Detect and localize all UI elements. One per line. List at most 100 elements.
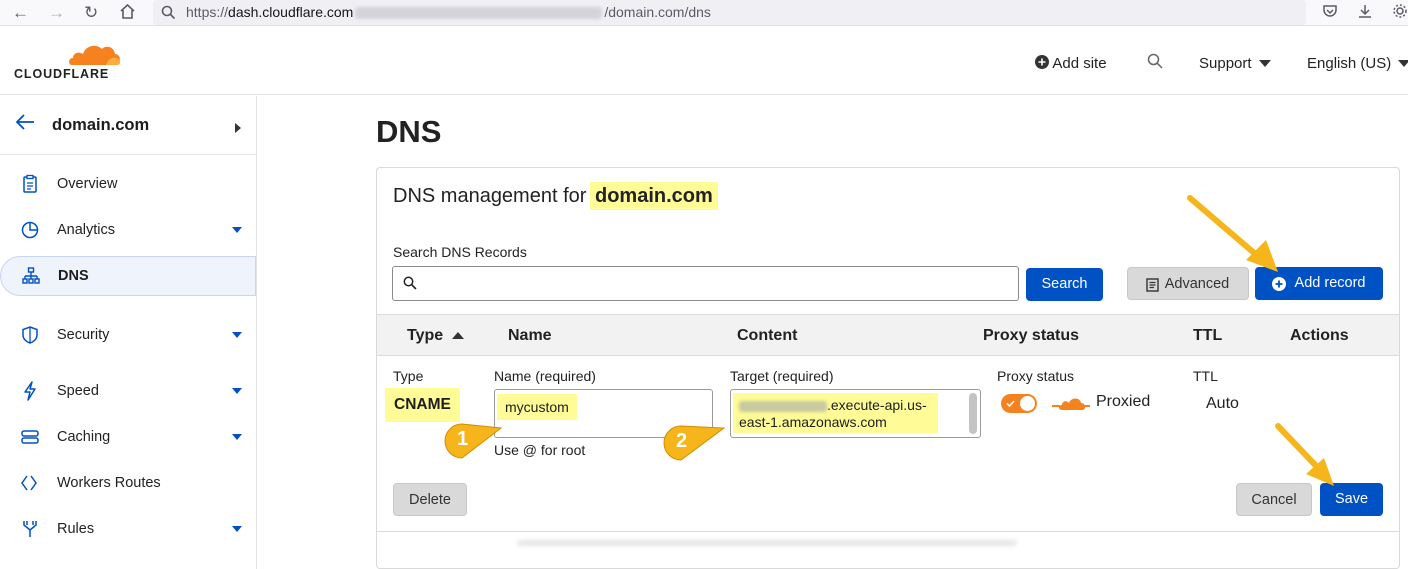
url-text: https://dash.cloudflare.com/domain.com/d… [186,4,711,20]
sidebar-item-rules[interactable]: Rules [0,510,256,550]
card-heading: DNS management for domain.com [393,182,718,210]
site-name: domain.com [52,116,150,134]
search-button[interactable]: Search [1026,268,1103,301]
server-icon [20,427,40,447]
column-header-type[interactable]: Type [407,327,464,345]
name-value: mycustom [497,394,577,420]
plus-circle-icon [1035,55,1049,69]
top-header: CLOUDFLARE Add site Support English (US) [0,27,1408,95]
language-label: English (US) [1307,55,1392,72]
add-site-link[interactable]: Add site [1035,55,1107,72]
sidebar-item-label: DNS [58,268,89,284]
sidebar-item-label: Overview [57,176,118,192]
ttl-select[interactable]: Auto [1206,395,1239,413]
caret-down-icon [232,526,242,532]
sort-ascending-icon [451,332,464,339]
home-icon[interactable] [119,3,136,25]
back-arrow-icon[interactable]: ← [12,3,29,23]
target-value: .execute-api.us- east-1.amazonaws.com [733,393,938,433]
check-icon [1006,400,1015,407]
caret-down-icon [232,388,242,394]
download-icon[interactable] [1357,3,1373,24]
fork-icon [20,519,40,539]
delete-button[interactable]: Delete [393,483,467,516]
cloud-logo-icon [69,45,121,65]
support-menu[interactable]: Support [1199,55,1271,72]
callout-number: 2 [676,430,688,452]
blurred-next-row [517,540,1017,546]
proxied-cloud-icon [1052,398,1090,410]
callout-marker-2: 2 [662,424,726,462]
target-label: Target (required) [730,368,834,384]
search-icon [161,5,176,25]
target-value-line2: east-1.amazonaws.com [739,414,887,430]
card-heading-domain: domain.com [589,182,718,210]
add-site-label: Add site [1052,55,1107,72]
reload-icon[interactable]: ↻ [84,3,98,23]
target-scrollbar[interactable] [969,393,977,434]
redacted-api-id [739,400,827,412]
callout-number: 1 [457,428,469,450]
arrow-to-add-record-icon [1187,195,1278,272]
clipboard-icon [20,174,40,194]
column-header-proxy-status: Proxy status [983,327,1080,344]
document-icon [1146,278,1159,292]
row-divider [377,531,1399,532]
column-header-content: Content [737,327,798,344]
column-header-actions: Actions [1290,327,1349,344]
site-selector[interactable]: domain.com [0,96,256,155]
sidebar-item-security[interactable]: Security [0,316,256,356]
sidebar-item-label: Analytics [57,222,116,238]
caret-down-icon [1258,60,1271,67]
table-header: Type Name Content Proxy status TTL Actio… [377,314,1399,356]
callout-marker-1: 1 [443,422,503,460]
logo-text: CLOUDFLARE [14,67,110,81]
sidebar-item-label: Speed [57,383,99,399]
name-label: Name (required) [494,368,596,384]
proxy-toggle[interactable] [1001,394,1037,413]
card-heading-prefix: DNS management for [393,185,587,207]
target-value-line1: .execute-api.us- [827,397,927,413]
sidebar-item-overview[interactable]: Overview [0,165,256,205]
pie-chart-icon [20,220,40,240]
dns-search-input[interactable] [392,266,1019,301]
sidebar-item-label: Workers Routes [57,475,161,491]
arrow-to-save-icon [1275,423,1334,486]
type-label: Type [393,368,424,384]
column-header-ttl: TTL [1193,327,1223,344]
sidebar: domain.com Overview Analytics DNS Securi… [0,96,257,569]
sidebar-item-label: Security [57,327,110,343]
page-title: DNS [376,114,442,149]
back-arrow-icon[interactable] [15,113,35,136]
search-icon [403,276,417,295]
sidebar-item-dns[interactable]: DNS [0,256,256,296]
sidebar-item-label: Caching [57,429,111,445]
sidebar-item-workers-routes[interactable]: Workers Routes [0,464,256,504]
type-select[interactable]: CNAME [385,388,460,422]
caret-down-icon [232,332,242,338]
caret-down-icon [1398,60,1408,67]
name-hint: Use @ for root [494,442,586,458]
sidebar-item-label: Rules [57,521,95,537]
caret-down-icon [232,227,242,233]
sidebar-item-analytics[interactable]: Analytics [0,211,256,251]
address-bar[interactable]: https://dash.cloudflare.com/domain.com/d… [153,0,1306,25]
lightning-icon [20,381,40,401]
network-icon [21,266,41,286]
add-record-label: Add record [1294,275,1366,291]
pocket-icon[interactable] [1322,3,1338,24]
target-input[interactable]: .execute-api.us- east-1.amazonaws.com [730,389,981,438]
caret-down-icon [232,434,242,440]
extension-gear-icon[interactable] [1392,3,1408,24]
language-menu[interactable]: English (US) [1307,55,1408,72]
workers-icon [20,473,40,493]
cloudflare-logo[interactable]: CLOUDFLARE [0,27,130,93]
sidebar-item-speed[interactable]: Speed [0,372,256,412]
ttl-label: TTL [1193,368,1218,384]
proxy-status-value: Proxied [1096,393,1151,410]
header-search-icon[interactable] [1147,53,1163,73]
sidebar-item-caching[interactable]: Caching [0,418,256,458]
forward-arrow-icon[interactable]: → [48,3,65,23]
proxy-status-label: Proxy status [997,368,1075,384]
search-label: Search DNS Records [393,244,527,260]
